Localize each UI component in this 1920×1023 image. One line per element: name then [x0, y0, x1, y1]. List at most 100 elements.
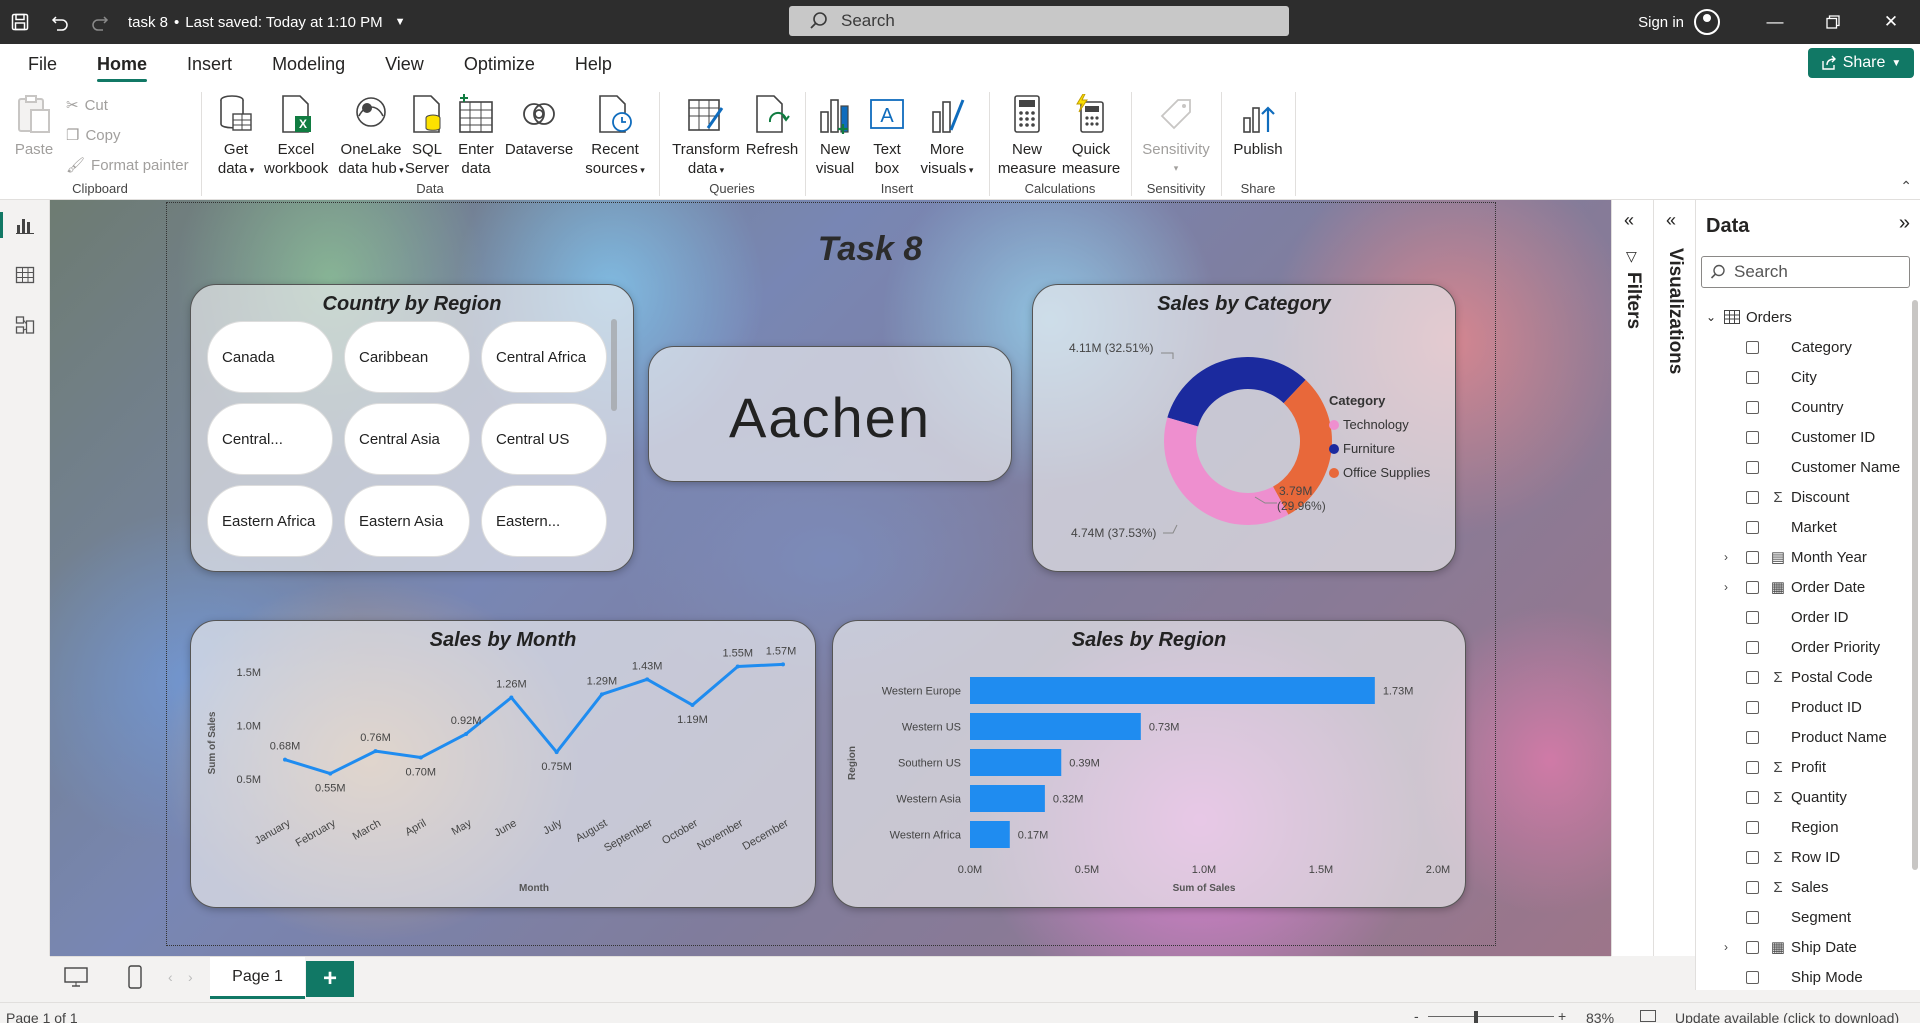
sensitivity-button[interactable]: Sensitivity ▾ [1136, 90, 1216, 178]
collapse-data-pane-icon[interactable]: » [1899, 212, 1910, 235]
expand-filters-icon[interactable]: « [1624, 210, 1634, 231]
field-checkbox[interactable] [1746, 400, 1759, 414]
line-point[interactable] [328, 771, 333, 776]
close-icon[interactable]: ✕ [1862, 0, 1920, 44]
tab-insert[interactable]: Insert [167, 44, 252, 84]
field-customer-name[interactable]: Customer Name [1696, 452, 1911, 482]
add-page-button[interactable]: + [306, 961, 354, 997]
field-checkbox[interactable] [1746, 850, 1759, 864]
zoom-out-icon[interactable]: - [1414, 1008, 1419, 1023]
page-tab-page-1[interactable]: Page 1 [210, 957, 305, 999]
tab-view[interactable]: View [365, 44, 444, 84]
field-checkbox[interactable] [1746, 340, 1759, 354]
report-title[interactable]: Task 8 [50, 230, 1611, 269]
line-point[interactable] [283, 757, 287, 762]
field-checkbox[interactable] [1746, 490, 1759, 504]
field-checkbox[interactable] [1746, 460, 1759, 474]
zoom-slider-thumb[interactable] [1474, 1011, 1478, 1023]
excel-workbook-button[interactable]: X Excel workbook [264, 90, 328, 178]
slicer-item-central-asia[interactable]: Central Asia [344, 403, 470, 475]
field-checkbox[interactable] [1746, 550, 1759, 564]
field-country[interactable]: Country [1696, 392, 1911, 422]
line-point[interactable] [509, 695, 514, 700]
bar-western-europe[interactable] [970, 677, 1375, 704]
line-point[interactable] [554, 750, 559, 755]
title-search-box[interactable]: Search [789, 6, 1289, 36]
field-category[interactable]: Category [1696, 332, 1911, 362]
recent-sources-button[interactable]: Recent sources ▾ [580, 90, 650, 180]
new-visual-button[interactable]: New visual [808, 90, 862, 178]
field-checkbox[interactable] [1746, 820, 1759, 834]
line-point[interactable] [464, 731, 469, 736]
model-view-icon[interactable] [0, 300, 50, 350]
slicer-item-central-truncated[interactable]: Central... [207, 403, 333, 475]
line-point[interactable] [781, 662, 785, 667]
onelake-data-hub-button[interactable]: OneLake data hub ▾ [334, 90, 408, 180]
visualizations-pane-collapsed[interactable]: « Visualizations [1653, 200, 1695, 956]
minimize-icon[interactable]: — [1746, 0, 1804, 44]
field-discount[interactable]: Σ Discount [1696, 482, 1911, 512]
line-point[interactable] [735, 664, 740, 669]
field-order-priority[interactable]: Order Priority [1696, 632, 1911, 662]
expand-visualizations-icon[interactable]: « [1666, 210, 1676, 231]
filters-pane-collapsed[interactable]: « ▽ Filters [1611, 200, 1653, 956]
legend-item-furniture[interactable]: Furniture [1329, 441, 1430, 456]
field-sales[interactable]: Σ Sales [1696, 872, 1911, 902]
donut-slice-technology[interactable] [1164, 417, 1289, 525]
slicer-scrollbar[interactable] [611, 319, 617, 411]
field-month-year[interactable]: › ▤ Month Year [1696, 542, 1911, 572]
report-view-icon[interactable] [0, 200, 50, 250]
line-point[interactable] [599, 692, 604, 697]
chevron-right-icon[interactable]: › [1724, 580, 1728, 594]
field-customer-id[interactable]: Customer ID [1696, 422, 1911, 452]
data-search-input[interactable]: Search [1701, 256, 1910, 288]
field-checkbox[interactable] [1746, 430, 1759, 444]
next-page-icon[interactable]: › [188, 969, 193, 985]
text-box-button[interactable]: A Text box [862, 90, 912, 178]
sql-server-button[interactable]: SQL Server [402, 90, 452, 178]
field-product-id[interactable]: Product ID [1696, 692, 1911, 722]
refresh-button[interactable]: Refresh [740, 90, 804, 159]
more-visuals-button[interactable]: More visuals ▾ [914, 90, 980, 180]
user-avatar-icon[interactable] [1694, 9, 1720, 35]
field-city[interactable]: City [1696, 362, 1911, 392]
field-checkbox[interactable] [1746, 910, 1759, 924]
restore-icon[interactable] [1804, 0, 1862, 44]
line-point[interactable] [418, 755, 423, 760]
field-checkbox[interactable] [1746, 670, 1759, 684]
field-checkbox[interactable] [1746, 520, 1759, 534]
slicer-item-eastern-africa[interactable]: Eastern Africa [207, 485, 333, 557]
undo-icon[interactable] [40, 0, 80, 44]
share-button[interactable]: Share ▼ [1808, 48, 1914, 78]
country-by-region-slicer[interactable]: Country by Region Canada Caribbean Centr… [190, 284, 634, 572]
data-pane-scrollbar[interactable] [1912, 300, 1918, 870]
field-checkbox[interactable] [1746, 580, 1759, 594]
bar-western-us[interactable] [970, 713, 1141, 740]
bar-western-africa[interactable] [970, 821, 1010, 848]
field-checkbox[interactable] [1746, 700, 1759, 714]
redo-icon[interactable] [80, 0, 120, 44]
legend-item-technology[interactable]: Technology [1329, 417, 1430, 432]
sales-by-month-chart[interactable]: Sales by Month 0.5M 1.0M 1.5M 0.68M 0.55M 0.7… [190, 620, 816, 908]
field-checkbox[interactable] [1746, 730, 1759, 744]
zoom-slider[interactable] [1428, 1016, 1554, 1017]
legend-item-office-supplies[interactable]: Office Supplies [1329, 465, 1430, 480]
donut-slice-furniture[interactable] [1167, 357, 1306, 427]
slicer-item-canada[interactable]: Canada [207, 321, 333, 393]
tab-modeling[interactable]: Modeling [252, 44, 365, 84]
enter-data-button[interactable]: Enter data [452, 90, 500, 178]
copy-button[interactable]: ❐ Copy [66, 126, 120, 145]
table-view-icon[interactable] [0, 250, 50, 300]
slicer-item-eastern-truncated[interactable]: Eastern... [481, 485, 607, 557]
tab-help[interactable]: Help [555, 44, 632, 84]
field-order-date[interactable]: › ▦ Order Date [1696, 572, 1911, 602]
field-checkbox[interactable] [1746, 640, 1759, 654]
field-ship-mode[interactable]: Ship Mode [1696, 962, 1911, 992]
collapse-ribbon-icon[interactable]: ⌃ [1900, 178, 1912, 195]
field-market[interactable]: Market [1696, 512, 1911, 542]
field-ship-date[interactable]: › ▦ Ship Date [1696, 932, 1911, 962]
city-card[interactable]: Aachen [648, 346, 1012, 482]
get-data-button[interactable]: Get data ▾ [204, 90, 268, 180]
field-checkbox[interactable] [1746, 880, 1759, 894]
slicer-item-eastern-asia[interactable]: Eastern Asia [344, 485, 470, 557]
